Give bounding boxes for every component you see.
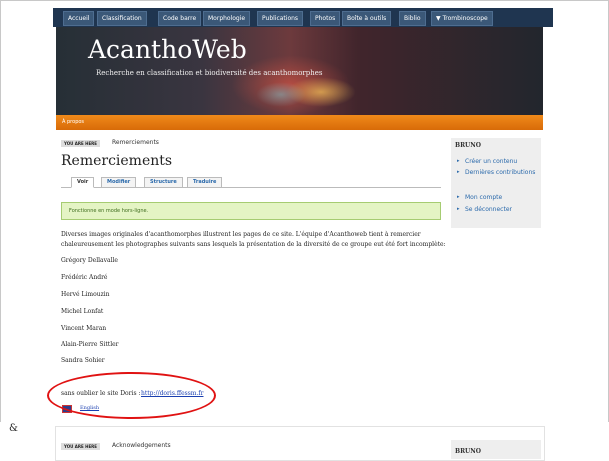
photographer-name: Grégory Dellavalle xyxy=(61,257,118,264)
nav-tab-photos[interactable]: Photos xyxy=(310,11,341,26)
intro-text-line-2: chaleureusement les photographes suivant… xyxy=(61,241,446,248)
photographer-name: Vincent Maran xyxy=(61,325,107,332)
tab-traduire[interactable]: Traduire xyxy=(187,177,223,188)
photographer-name: Alain-Pierre Sittler xyxy=(61,341,119,348)
banner-fish-fin xyxy=(256,82,306,107)
photographer-name: Frédéric André xyxy=(61,274,108,281)
annotation-circle xyxy=(47,372,216,419)
user-sidebar: BRUNO ▸ Créer un contenu ▸ Dernières con… xyxy=(451,138,541,228)
status-message: Fonctionne en mode hors-ligne. xyxy=(61,202,441,220)
nav-tab-biblio[interactable]: Biblio xyxy=(399,11,426,26)
bullet-icon: ▸ xyxy=(457,169,460,175)
photographer-name: Hervé Limouzin xyxy=(61,291,110,298)
secondary-nav-bar xyxy=(56,115,543,130)
tab-voir[interactable]: Voir xyxy=(71,177,95,188)
site-name[interactable]: AcanthoWeb xyxy=(88,35,247,64)
status-message-text: Fonctionne en mode hors-ligne. xyxy=(69,208,149,214)
page-title: Remerciements xyxy=(61,153,173,169)
nav-tab-code-barre[interactable]: Code barre xyxy=(158,11,202,26)
breadcrumb-label: YOU ARE HERE xyxy=(61,443,100,450)
nav-tab-trombinoscope[interactable]: ▼ Trombinoscope xyxy=(431,11,493,26)
sidebar-item-creer-contenu[interactable]: Créer un contenu xyxy=(465,157,539,166)
photographer-name: Sandra Sohier xyxy=(61,357,105,364)
tab-modifier[interactable]: Modifier xyxy=(101,177,137,188)
nav-tab-boite-a-outils[interactable]: Boîte à outils xyxy=(342,11,392,26)
ampersand-mark: & xyxy=(9,423,18,434)
bullet-icon: ▸ xyxy=(457,194,460,200)
bullet-icon: ▸ xyxy=(457,158,460,164)
sidebar-item-se-deconnecter[interactable]: Se déconnecter xyxy=(465,205,539,214)
breadcrumb-current: Remerciements xyxy=(112,139,159,146)
intro-text-line-1: Diverses images originales d'acanthomorp… xyxy=(61,231,421,238)
bullet-icon: ▸ xyxy=(457,206,460,212)
apropos-link[interactable]: À propos xyxy=(62,119,84,125)
sidebar-title: BRUNO xyxy=(455,142,482,149)
local-tabs: Voir Modifier Structure Traduire xyxy=(61,177,441,188)
sidebar-item-dernieres-contributions[interactable]: Dernières contributions xyxy=(465,168,539,177)
site-slogan: Recherche en classification et biodivers… xyxy=(96,69,323,77)
sidebar-item-mon-compte[interactable]: Mon compte xyxy=(465,193,539,202)
breadcrumb-current: Acknowledgements xyxy=(112,442,171,449)
tab-structure[interactable]: Structure xyxy=(144,177,183,188)
main-nav: Accueil Classification Code barre Morpho… xyxy=(53,8,553,27)
header-banner: AcanthoWeb Recherche en classification e… xyxy=(56,27,543,130)
sidebar-title: BRUNO xyxy=(455,448,482,455)
nav-tab-accueil[interactable]: Accueil xyxy=(63,11,95,26)
lower-sidebar: BRUNO xyxy=(451,440,541,459)
nav-tab-publications[interactable]: Publications xyxy=(257,11,304,26)
nav-tab-morphologie[interactable]: Morphologie xyxy=(203,11,251,26)
breadcrumb-label: YOU ARE HERE xyxy=(61,140,100,147)
nav-tab-classification[interactable]: Classification xyxy=(97,11,147,26)
photographer-name: Michel Lonfat xyxy=(61,308,104,315)
